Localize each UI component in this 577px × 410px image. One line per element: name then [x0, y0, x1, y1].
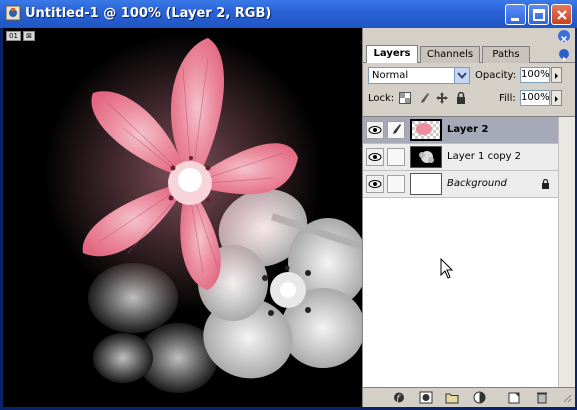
tab-layers[interactable]: Layers	[366, 45, 418, 63]
lock-move-icon[interactable]	[436, 92, 448, 104]
layers-palette: Layers Channels Paths Normal Opacity: 10…	[362, 28, 575, 407]
maximize-button[interactable]	[528, 4, 549, 25]
layer-row-layer-1-copy-2[interactable]: Layer 1 copy 2	[363, 144, 558, 171]
chevron-down-icon[interactable]	[454, 68, 469, 83]
title-bar[interactable]: Untitled-1 @ 100% (Layer 2, RGB)	[0, 0, 577, 28]
lock-all-icon[interactable]	[455, 92, 467, 104]
visibility-toggle[interactable]	[366, 175, 384, 193]
tab-paths[interactable]: Paths	[482, 46, 530, 63]
opacity-label: Opacity:	[475, 70, 517, 81]
trash-icon[interactable]	[535, 391, 549, 404]
checkerboard-pink-thumbnail	[412, 121, 440, 139]
layer-style-icon[interactable]: f	[393, 391, 407, 404]
layers-list: Layer 2 Layer 1 copy 2 Background	[363, 117, 558, 387]
window-title: Untitled-1 @ 100% (Layer 2, RGB)	[25, 6, 272, 21]
mouse-cursor-icon	[440, 258, 454, 279]
mask-icon[interactable]	[419, 391, 433, 404]
resize-grip-icon[interactable]	[560, 391, 572, 404]
mini-tab-number[interactable]: 01	[6, 31, 21, 41]
layer-options: Normal Opacity: 100% Lock: Fill: 100%	[363, 63, 575, 117]
opacity-field[interactable]: 100%	[520, 67, 550, 83]
eye-icon	[368, 153, 382, 161]
palette-menu-button[interactable]	[559, 49, 569, 62]
layer-row-layer-2[interactable]: Layer 2	[363, 117, 558, 144]
triangle-right-icon	[555, 73, 558, 79]
maximize-icon	[533, 9, 545, 21]
palette-close-button[interactable]	[558, 30, 570, 43]
visibility-toggle[interactable]	[366, 148, 384, 166]
eye-icon	[368, 126, 382, 134]
flower-image	[3, 28, 362, 407]
new-set-icon[interactable]	[445, 391, 459, 404]
layers-scrollbar[interactable]	[558, 117, 575, 387]
adjustment-layer-icon[interactable]	[473, 391, 487, 404]
lock-icon	[542, 179, 549, 189]
palette-footer: f	[363, 387, 575, 407]
flower-thumbnail	[411, 147, 441, 167]
triangle-right-icon	[555, 96, 558, 102]
lock-transparency-icon[interactable]	[399, 92, 411, 104]
palette-header[interactable]	[363, 28, 575, 44]
lock-paint-brush-icon[interactable]	[418, 92, 430, 104]
minimize-button[interactable]	[505, 4, 526, 25]
paint-brush-icon	[393, 124, 401, 134]
close-button[interactable]	[551, 4, 572, 25]
blend-mode-select[interactable]: Normal	[368, 67, 470, 84]
document-window: Untitled-1 @ 100% (Layer 2, RGB) 01 ⊠ La…	[0, 0, 577, 410]
palette-tabstrip: Layers Channels Paths	[363, 44, 575, 63]
eye-icon	[368, 180, 382, 188]
layer-name[interactable]: Layer 2	[447, 124, 488, 135]
new-layer-icon[interactable]	[507, 391, 521, 404]
image-canvas[interactable]: 01 ⊠	[3, 28, 362, 407]
layer-name[interactable]: Layer 1 copy 2	[447, 151, 521, 162]
layer-name[interactable]: Background	[447, 178, 507, 189]
minimize-icon	[511, 18, 519, 21]
layer-link-cell[interactable]	[387, 175, 405, 193]
layer-thumbnail	[410, 119, 442, 141]
layer-thumbnail	[410, 173, 442, 195]
lock-label: Lock:	[368, 93, 395, 104]
layer-link-cell[interactable]	[387, 148, 405, 166]
fill-label: Fill:	[499, 93, 516, 104]
fill-field[interactable]: 100%	[520, 90, 550, 106]
layer-row-background[interactable]: Background	[363, 171, 558, 198]
mini-tab-icon[interactable]: ⊠	[23, 31, 35, 41]
photoshop-app-icon	[5, 5, 21, 21]
close-icon	[557, 10, 567, 20]
layer-link-cell[interactable]	[387, 121, 405, 139]
fill-slider-button[interactable]	[551, 90, 562, 106]
layer-thumbnail	[410, 146, 442, 168]
opacity-slider-button[interactable]	[551, 67, 562, 83]
tab-channels[interactable]: Channels	[420, 46, 480, 63]
blend-mode-value: Normal	[372, 70, 409, 81]
visibility-toggle[interactable]	[366, 121, 384, 139]
